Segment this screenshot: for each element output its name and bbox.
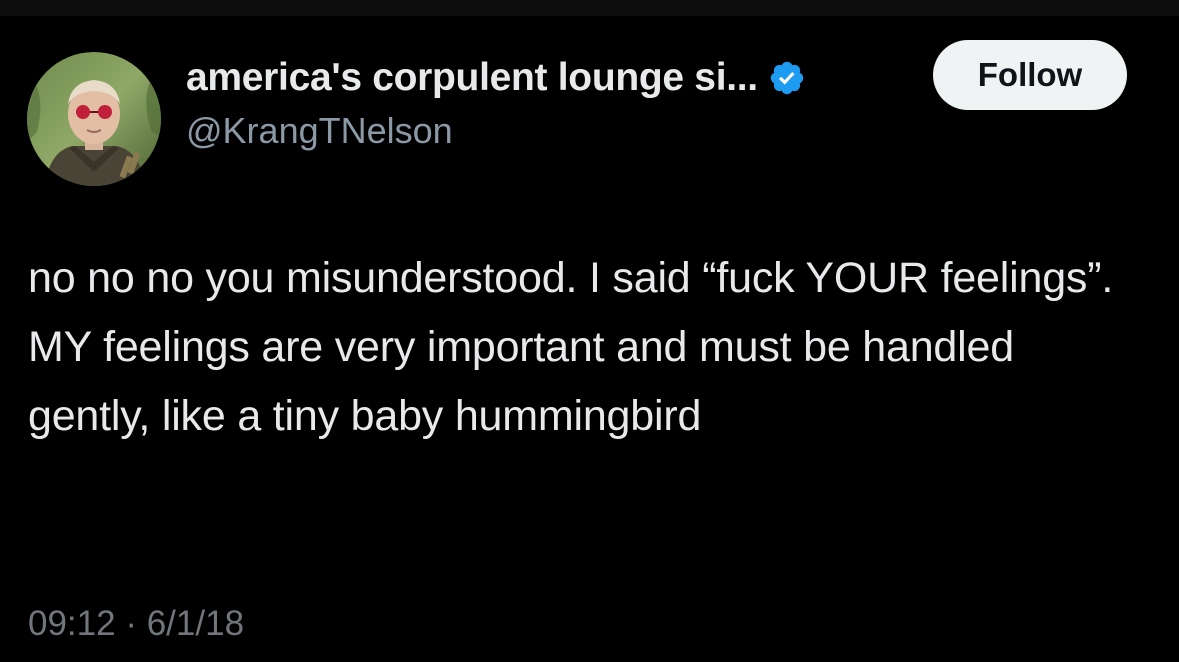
- verified-badge-icon[interactable]: [768, 59, 806, 97]
- timestamp-separator: ·: [125, 604, 137, 643]
- tweet-text: no no no you misunderstood. I said “fuck…: [28, 254, 1114, 440]
- display-name[interactable]: america's corpulent lounge si...: [186, 56, 758, 100]
- top-edge-strip: [0, 0, 1179, 16]
- tweet-timestamp[interactable]: 09:12 · 6/1/18: [28, 604, 244, 644]
- tweet-card: america's corpulent lounge si... @KrangT…: [0, 16, 1179, 662]
- tweet-date: 6/1/18: [146, 604, 245, 643]
- name-row: america's corpulent lounge si...: [186, 56, 906, 100]
- tweet-time: 09:12: [28, 604, 116, 643]
- user-handle[interactable]: @KrangTNelson: [186, 110, 906, 152]
- follow-button[interactable]: Follow: [933, 40, 1127, 110]
- avatar-image: [27, 52, 161, 186]
- author-block: america's corpulent lounge si... @KrangT…: [186, 56, 906, 152]
- avatar[interactable]: [27, 52, 161, 186]
